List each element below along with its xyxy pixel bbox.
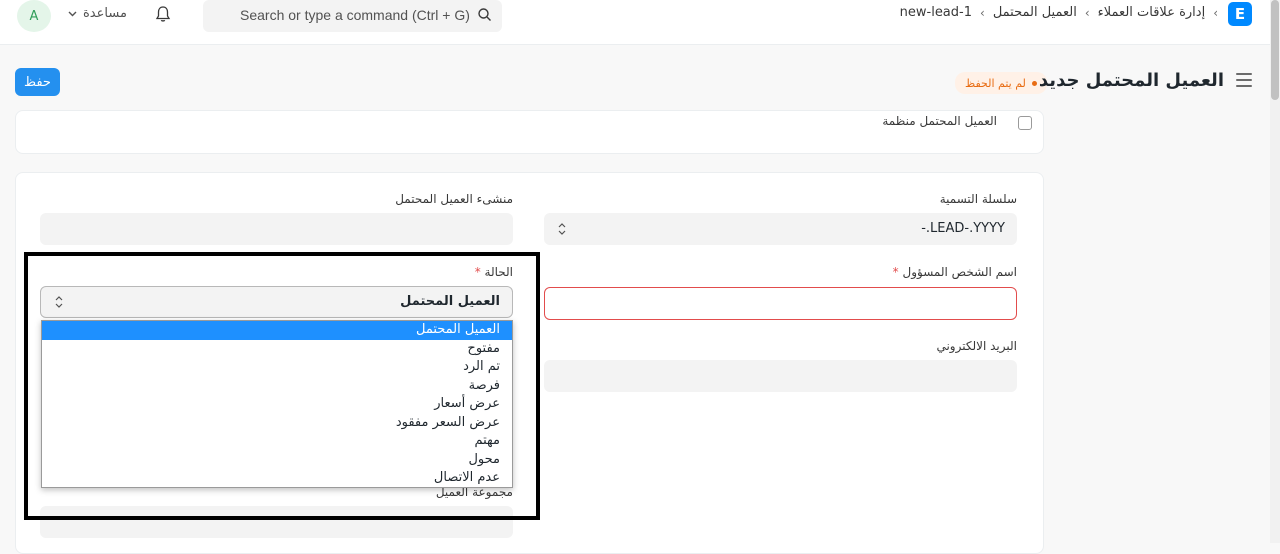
person-name-label-text: اسم الشخص المسؤول: [902, 265, 1018, 279]
lead-owner-label: منشىء العميل المحتمل: [395, 192, 513, 206]
organization-checkbox-label: العميل المحتمل منظمة: [882, 114, 997, 128]
breadcrumb-item-current: new-lead-1: [899, 5, 972, 20]
breadcrumb-separator: ›: [980, 5, 985, 20]
help-dropdown[interactable]: مساعدة: [68, 6, 127, 21]
help-label: مساعدة: [83, 6, 127, 21]
search-placeholder: Search or type a command (Ctrl + G): [240, 7, 470, 23]
naming-series-select[interactable]: -.LEAD-.YYYY: [544, 213, 1017, 245]
search-icon: [478, 8, 491, 21]
search-bar[interactable]: Search or type a command (Ctrl + G): [203, 0, 502, 32]
lead-owner-input[interactable]: [40, 213, 513, 245]
breadcrumb-separator: ›: [1084, 5, 1090, 20]
status-badge: لم يتم الحفظ: [955, 72, 1047, 94]
organization-section: العميل المحتمل منظمة: [15, 110, 1044, 154]
naming-series-label: سلسلة التسمية: [939, 192, 1017, 206]
app-logo[interactable]: E: [1228, 2, 1252, 26]
save-button[interactable]: حفظ: [15, 68, 60, 96]
required-mark: *: [892, 265, 899, 279]
organization-checkbox[interactable]: [1018, 116, 1032, 130]
email-label: البريد الالكتروني: [936, 339, 1017, 353]
person-name-input[interactable]: [544, 287, 1017, 320]
breadcrumb: › إدارة علاقات العملاء › العميل المحتمل …: [900, 5, 1218, 20]
navbar: A مساعدة Search or type a command (Ctrl …: [0, 0, 1270, 45]
email-input[interactable]: [544, 360, 1017, 392]
status-text: لم يتم الحفظ: [965, 76, 1026, 90]
sidebar-toggle-icon[interactable]: [1236, 73, 1252, 87]
breadcrumb-item-crm[interactable]: إدارة علاقات العملاء: [1098, 5, 1206, 20]
naming-series-value: -.LEAD-.YYYY: [921, 221, 1005, 236]
breadcrumb-separator: ›: [1213, 5, 1218, 20]
chevron-down-icon: [68, 11, 77, 16]
annotation-highlight-box: [24, 252, 540, 520]
breadcrumb-item-lead[interactable]: العميل المحتمل: [993, 5, 1077, 20]
scrollbar-thumb[interactable]: [1271, 0, 1279, 100]
notification-bell-icon[interactable]: [154, 5, 172, 23]
page-scrollbar[interactable]: [1270, 0, 1280, 543]
status-dot: [1031, 80, 1037, 86]
person-name-label: اسم الشخص المسؤول *: [893, 265, 1017, 279]
select-arrows-icon: [558, 223, 566, 235]
page-title: العميل المحتمل جديد: [1038, 70, 1224, 91]
user-avatar[interactable]: A: [17, 0, 51, 32]
